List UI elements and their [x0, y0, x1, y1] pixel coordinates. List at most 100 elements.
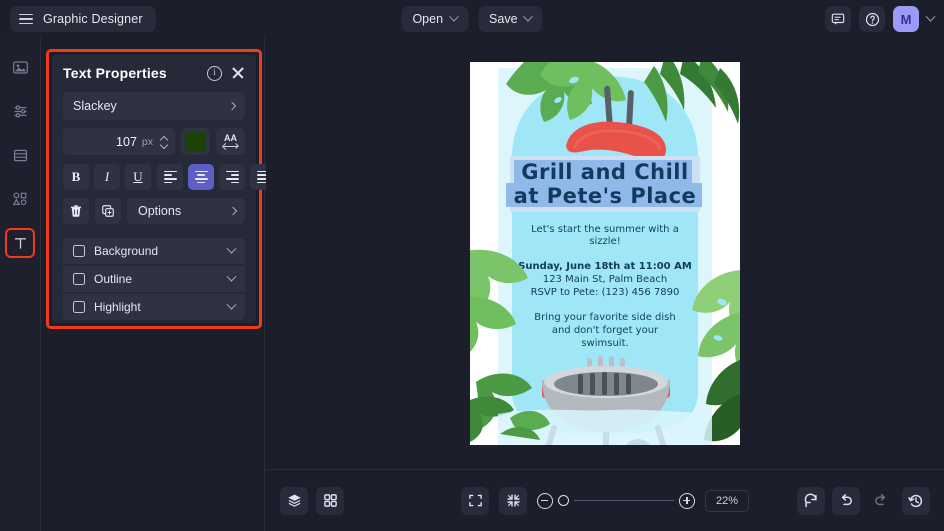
text-color-button[interactable] — [181, 128, 210, 155]
text-format-row: B I U — [63, 164, 276, 190]
text-align-group — [157, 164, 276, 190]
letter-spacing-button[interactable]: AA — [216, 128, 245, 155]
chevron-down-icon[interactable] — [925, 11, 936, 22]
chevron-right-icon — [227, 101, 237, 111]
panel-header-icons: i — [207, 65, 245, 81]
poster-details-line2: 123 Main St, Palm Beach — [543, 274, 667, 285]
zoom-in-icon[interactable] — [679, 492, 695, 509]
hamburger-icon[interactable] — [19, 13, 33, 25]
sidebar-item-adjustments[interactable] — [5, 96, 35, 126]
history-button[interactable] — [902, 486, 930, 515]
text-properties-highlight: Text Properties i Slackey 107 px AA B I … — [46, 49, 276, 329]
highlight-accordion[interactable]: Highlight — [63, 294, 245, 320]
shapes-icon — [12, 192, 27, 206]
save-button[interactable]: Save — [478, 6, 543, 32]
undo-button[interactable] — [832, 486, 860, 515]
background-accordion[interactable]: Background — [63, 238, 245, 264]
poster-design[interactable]: Grill and Chill at Pete's Place Let's st… — [470, 62, 740, 445]
image-icon — [12, 60, 28, 74]
zoom-slider[interactable] — [537, 492, 695, 509]
fit-to-screen-icon — [468, 494, 482, 507]
font-size-stepper[interactable] — [161, 136, 168, 147]
align-center-icon — [194, 170, 208, 184]
letter-spacing-icon — [223, 143, 239, 150]
app-menu-button[interactable]: Graphic Designer — [10, 6, 156, 32]
background-checkbox[interactable] — [73, 245, 85, 257]
reset-button[interactable] — [797, 486, 825, 515]
avatar[interactable]: M — [893, 6, 919, 32]
open-label: Open — [412, 12, 444, 26]
layers-button[interactable] — [280, 486, 308, 515]
align-left-button[interactable] — [157, 164, 183, 190]
comment-icon — [831, 13, 845, 25]
align-center-button[interactable] — [188, 164, 214, 190]
chevron-down-icon — [226, 243, 237, 254]
open-button[interactable]: Open — [401, 6, 469, 32]
grid-button[interactable] — [316, 486, 344, 515]
trash-icon — [70, 205, 82, 217]
poster-note-line3: swimsuit. — [581, 338, 628, 349]
text-properties-panel: Text Properties i Slackey 107 px AA B I … — [52, 55, 276, 323]
duplicate-button[interactable] — [95, 198, 121, 224]
text-effects-list: Background Outline Highlight — [63, 238, 245, 320]
chevron-down-icon — [226, 299, 237, 310]
panel-title: Text Properties — [63, 65, 167, 81]
info-icon[interactable]: i — [207, 65, 222, 81]
delete-button[interactable] — [63, 198, 89, 224]
sidebar-item-shapes[interactable] — [5, 184, 35, 214]
underline-button[interactable]: U — [125, 164, 151, 190]
align-right-button[interactable] — [219, 164, 245, 190]
poster-details-line3: RSVP to Pete: (123) 456 7890 — [531, 287, 680, 298]
poster-subtitle-line2: sizzle! — [589, 236, 620, 247]
poster-heading-line2: at Pete's Place — [514, 184, 697, 208]
help-button[interactable] — [859, 6, 885, 32]
sidebar-item-templates[interactable] — [5, 140, 35, 170]
poster-note-line1: Bring your favorite side dish — [534, 312, 675, 323]
options-label: Options — [138, 204, 182, 218]
zoom-level-value[interactable]: 22% — [705, 489, 749, 512]
left-sidebar — [0, 38, 41, 531]
poster-heading-line1: Grill and Chill — [521, 160, 688, 184]
help-circle-icon — [865, 12, 879, 26]
zoom-out-icon[interactable] — [537, 492, 553, 509]
background-label: Background — [94, 244, 159, 258]
comment-button[interactable] — [825, 6, 851, 32]
undo-icon — [841, 493, 852, 505]
shrink-icon — [506, 494, 520, 507]
bold-button[interactable]: B — [63, 164, 89, 190]
italic-button[interactable]: I — [94, 164, 120, 190]
close-icon[interactable] — [231, 66, 245, 80]
history-controls — [797, 486, 930, 515]
font-family-select[interactable]: Slackey — [63, 92, 245, 120]
font-family-value: Slackey — [73, 99, 117, 113]
sidebar-item-text[interactable] — [5, 228, 35, 258]
top-bar: Graphic Designer Open Save M — [0, 0, 944, 38]
font-size-field[interactable]: 107 px — [63, 128, 175, 155]
file-actions: Open Save — [401, 6, 543, 32]
font-size-unit: px — [141, 135, 153, 148]
save-label: Save — [489, 12, 518, 26]
options-button[interactable]: Options — [127, 198, 245, 224]
zoom-slider-knob[interactable] — [558, 495, 569, 506]
bottom-toolbar: 22% — [266, 469, 944, 531]
chevron-down-icon — [523, 11, 533, 22]
redo-icon — [875, 493, 886, 505]
fit-to-screen-button[interactable] — [461, 486, 489, 515]
reset-icon — [804, 493, 817, 507]
panel-header: Text Properties i — [63, 65, 245, 81]
highlight-checkbox[interactable] — [73, 301, 85, 313]
shrink-button[interactable] — [499, 486, 527, 515]
duplicate-icon — [102, 205, 114, 217]
sidebar-item-images[interactable] — [5, 52, 35, 82]
redo-button[interactable] — [867, 487, 895, 515]
bottom-left-actions — [280, 486, 344, 515]
align-left-icon — [163, 170, 177, 184]
poster-details-line1: Sunday, June 18th at 11:00 AM — [518, 261, 692, 272]
outline-checkbox[interactable] — [73, 273, 85, 285]
layers-icon — [287, 494, 301, 507]
outline-accordion[interactable]: Outline — [63, 266, 245, 292]
canvas-area[interactable]: Grill and Chill at Pete's Place Let's st… — [266, 38, 944, 469]
zoom-slider-track[interactable] — [574, 499, 674, 502]
poster-note-line2: and don't forget your — [552, 325, 659, 336]
chevron-down-icon — [226, 271, 237, 282]
